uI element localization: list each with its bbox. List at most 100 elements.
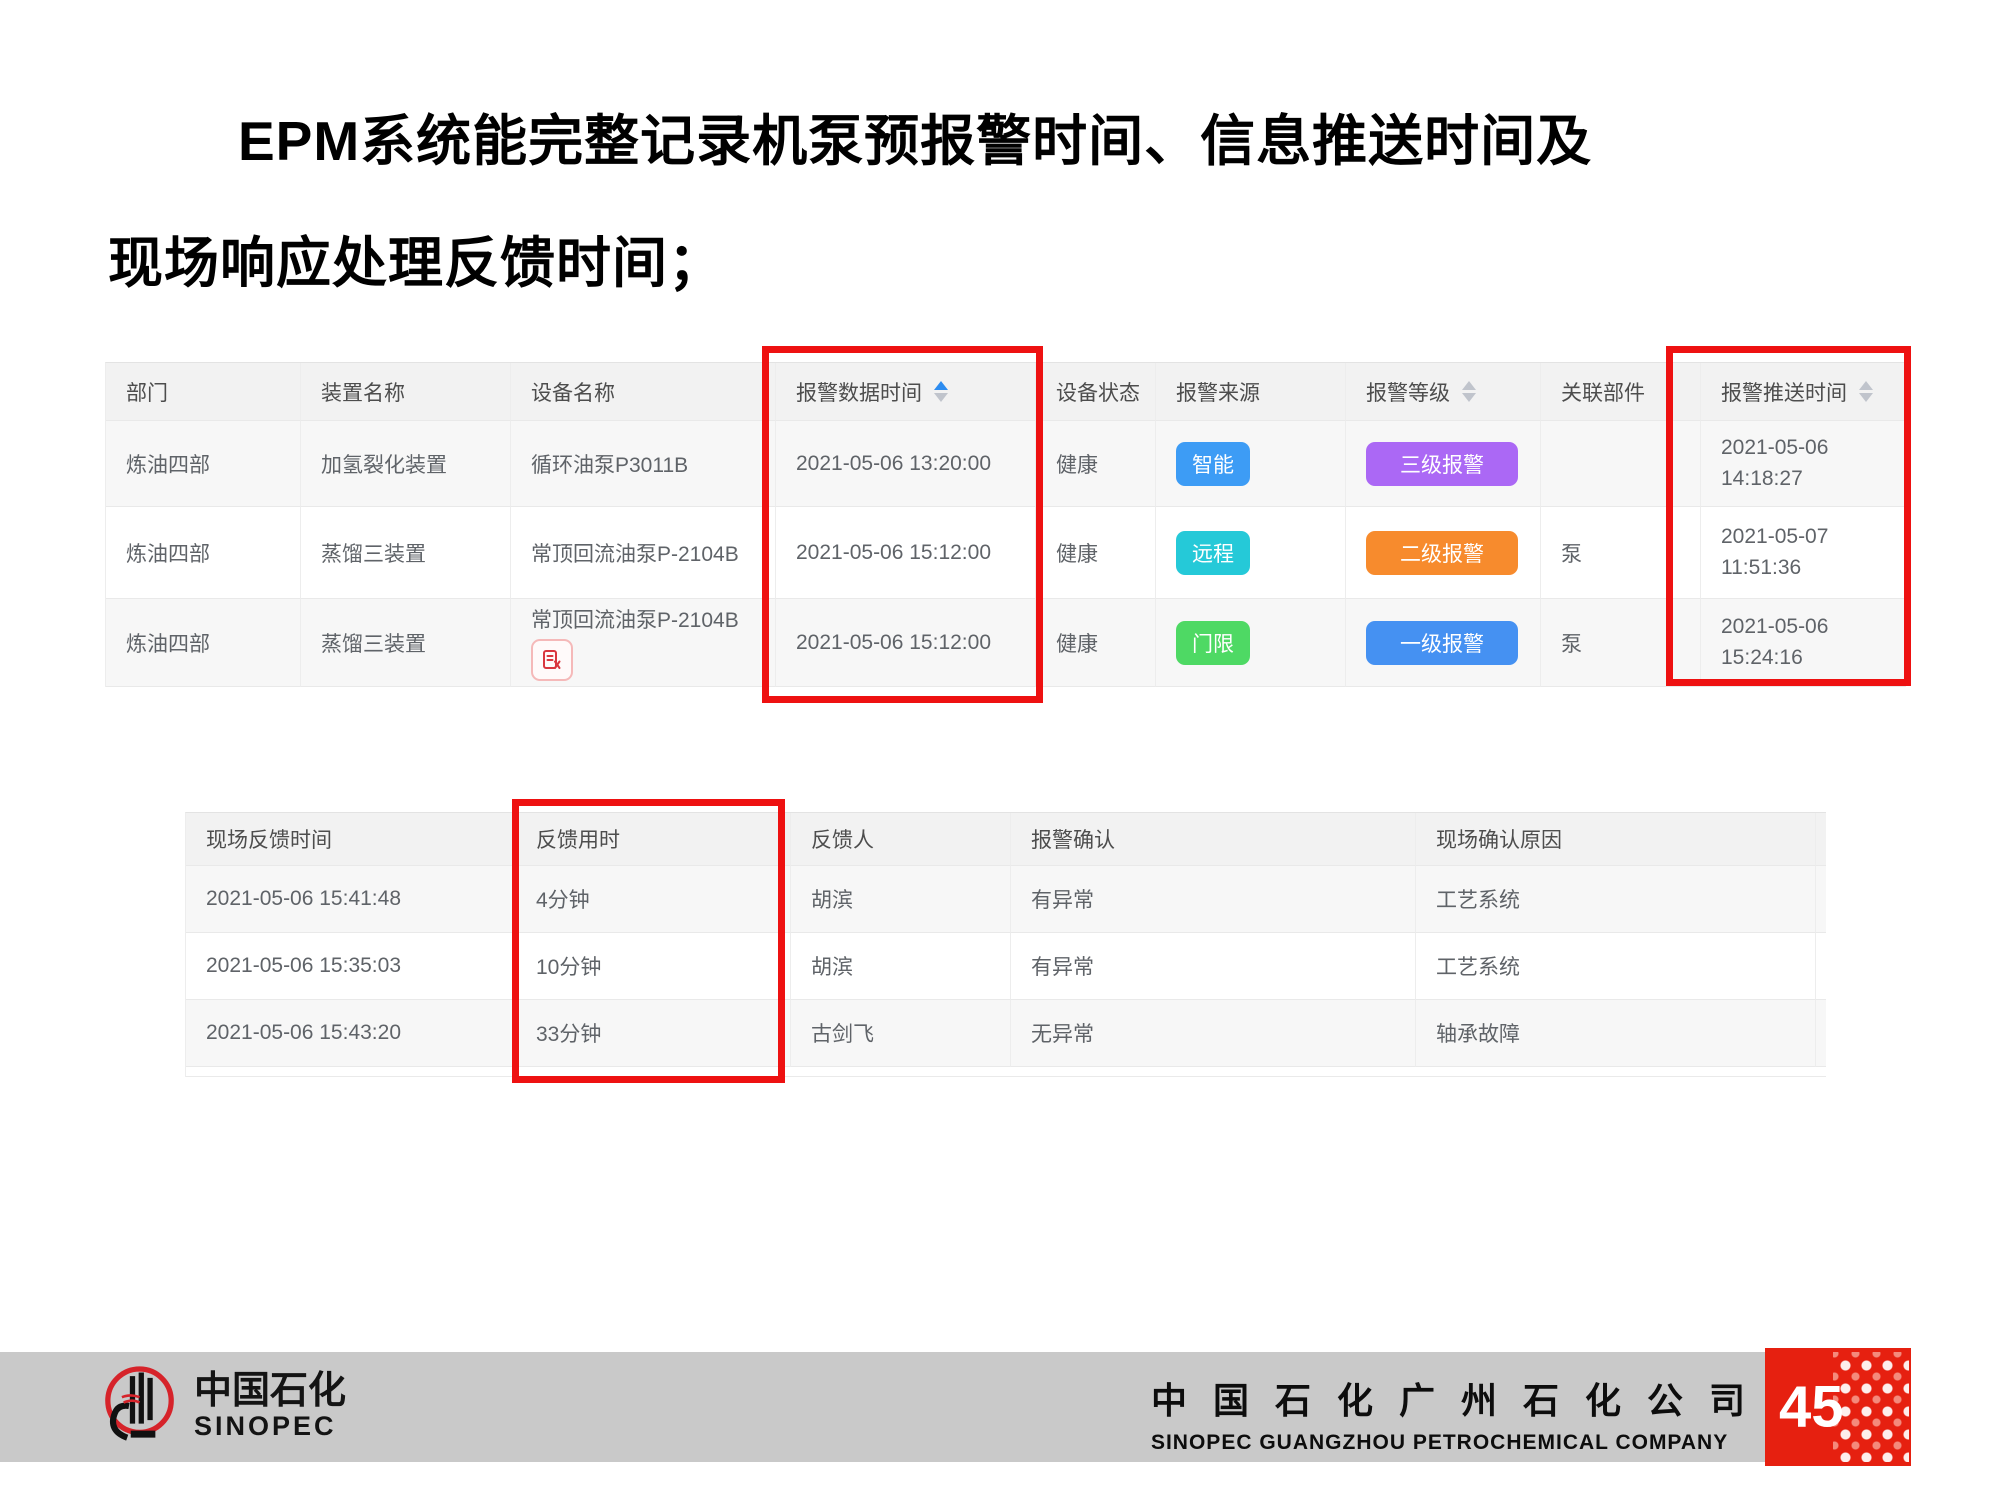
header-device: 设备名称 [511, 363, 776, 421]
feedback-table-bottom-edge [186, 1067, 1826, 1077]
feedback-table-row: 2021-05-06 15:35:03 10分钟 胡滨 有异常 工艺系统 [186, 933, 1826, 1000]
cell-alarm-time: 2021-05-06 13:20:00 [776, 421, 1036, 507]
brand-name-cn: 中国石化 [194, 1372, 346, 1412]
cell-push-time: 2021-05-06 14:18:27 [1701, 421, 1906, 507]
header-alarm-time-label: 报警数据时间 [796, 377, 922, 407]
cell-dept: 炼油四部 [106, 421, 301, 507]
cell-person: 古剑飞 [791, 1000, 1011, 1067]
cell-feedback-time: 2021-05-06 15:43:20 [186, 1000, 516, 1067]
cell-device: 常顶回流油泵P-2104B [511, 599, 776, 687]
sort-icon-alarm-time[interactable] [934, 381, 948, 402]
level-badge: 一级报警 [1366, 621, 1518, 665]
cell-source: 智能 [1156, 421, 1346, 507]
page-number: 45 [1779, 1374, 1844, 1441]
header-level[interactable]: 报警等级 [1346, 363, 1541, 421]
header-unit: 装置名称 [301, 363, 511, 421]
brand-name-en: SINOPEC [194, 1412, 346, 1440]
header-reason: 现场确认原因 [1416, 813, 1816, 866]
page-number-tab: 45 [1765, 1348, 1911, 1466]
cell-device: 常顶回流油泵P-2104B [511, 507, 776, 599]
header-alarm-time[interactable]: 报警数据时间 [776, 363, 1036, 421]
cell-part: 泵 [1541, 507, 1701, 599]
cell-reason: 轴承故障 [1416, 1000, 1816, 1067]
cell-source: 远程 [1156, 507, 1346, 599]
cell-partial [1816, 866, 1826, 933]
header-dept: 部门 [106, 363, 301, 421]
feedback-table-row: 2021-05-06 15:43:20 33分钟 古剑飞 无异常 轴承故障 [186, 1000, 1826, 1067]
cell-dept: 炼油四部 [106, 599, 301, 687]
alarm-table-row: 炼油四部 蒸馏三装置 常顶回流油泵P-2104B 2021-05-06 15:1… [106, 599, 1906, 687]
cell-confirm: 有异常 [1011, 933, 1416, 1000]
sinopec-logo [92, 1362, 180, 1450]
push-date: 2021-05-06 [1721, 433, 1828, 463]
header-duration: 反馈用时 [516, 813, 791, 866]
push-clock: 14:18:27 [1721, 464, 1803, 494]
header-feedback-time: 现场反馈时间 [186, 813, 516, 866]
push-clock: 15:24:16 [1721, 643, 1803, 673]
brand-block: 中国石化 SINOPEC [92, 1362, 346, 1450]
feedback-table: 现场反馈时间 反馈用时 反馈人 报警确认 现场确认原因 现 2021-05-06… [185, 812, 1826, 1077]
push-clock: 11:51:36 [1721, 553, 1801, 583]
source-badge: 智能 [1176, 442, 1250, 486]
cell-unit: 加氢裂化装置 [301, 421, 511, 507]
cell-feedback-time: 2021-05-06 15:41:48 [186, 866, 516, 933]
header-level-label: 报警等级 [1366, 377, 1450, 407]
cell-push-time: 2021-05-06 15:24:16 [1701, 599, 1906, 687]
feedback-table-row: 2021-05-06 15:41:48 4分钟 胡滨 有异常 工艺系统 [186, 866, 1826, 933]
header-status: 设备状态 [1036, 363, 1156, 421]
sort-icon-level[interactable] [1462, 381, 1476, 402]
cell-partial [1816, 1000, 1826, 1067]
cell-reason: 工艺系统 [1416, 866, 1816, 933]
cell-confirm: 无异常 [1011, 1000, 1416, 1067]
cell-duration: 10分钟 [516, 933, 791, 1000]
cell-device: 循环油泵P3011B [511, 421, 776, 507]
source-badge: 门限 [1176, 621, 1250, 665]
company-block: 中 国 石 化 广 州 石 化 公 司 SINOPEC GUANGZHOU PE… [1151, 1372, 1753, 1455]
cell-push-time: 2021-05-07 11:51:36 [1701, 507, 1906, 599]
cell-person: 胡滨 [791, 933, 1011, 1000]
cell-duration: 33分钟 [516, 1000, 791, 1067]
push-date: 2021-05-06 [1721, 612, 1828, 642]
level-badge: 二级报警 [1366, 531, 1518, 575]
cell-unit: 蒸馏三装置 [301, 507, 511, 599]
cell-alarm-time: 2021-05-06 15:12:00 [776, 599, 1036, 687]
cell-feedback-time: 2021-05-06 15:35:03 [186, 933, 516, 1000]
alarm-table-header-row: 部门 装置名称 设备名称 报警数据时间 设备状态 报警来源 报警等级 关联部件 … [106, 363, 1906, 421]
slide-title-line1: EPM系统能完整记录机泵预报警时间、信息推送时间及 [238, 96, 1592, 176]
cell-part: 泵 [1541, 599, 1701, 687]
source-badge: 远程 [1176, 531, 1250, 575]
alarm-table-row: 炼油四部 蒸馏三装置 常顶回流油泵P-2104B 2021-05-06 15:1… [106, 507, 1906, 599]
slide-title-line2: 现场响应处理反馈时间； [108, 218, 724, 298]
brand-text: 中国石化 SINOPEC [194, 1372, 346, 1440]
feedback-table-header-row: 现场反馈时间 反馈用时 反馈人 报警确认 现场确认原因 现 [186, 813, 1826, 866]
cell-status: 健康 [1036, 599, 1156, 687]
sort-icon-push-time[interactable] [1859, 381, 1873, 402]
cell-confirm: 有异常 [1011, 866, 1416, 933]
cell-status: 健康 [1036, 421, 1156, 507]
alarm-table-row: 炼油四部 加氢裂化装置 循环油泵P3011B 2021-05-06 13:20:… [106, 421, 1906, 507]
cell-source: 门限 [1156, 599, 1346, 687]
cell-dept: 炼油四部 [106, 507, 301, 599]
cell-partial [1816, 933, 1826, 1000]
device-name: 常顶回流油泵P-2104B [531, 604, 739, 634]
company-name-cn: 中 国 石 化 广 州 石 化 公 司 [1151, 1372, 1753, 1424]
slide: EPM系统能完整记录机泵预报警时间、信息推送时间及 现场响应处理反馈时间； 部门… [0, 0, 2000, 1500]
certificate-icon [531, 639, 573, 681]
cell-duration: 4分钟 [516, 866, 791, 933]
cell-reason: 工艺系统 [1416, 933, 1816, 1000]
cell-level: 一级报警 [1346, 599, 1541, 687]
cell-part [1541, 421, 1701, 507]
alarm-table: 部门 装置名称 设备名称 报警数据时间 设备状态 报警来源 报警等级 关联部件 … [105, 362, 1906, 687]
cell-level: 三级报警 [1346, 421, 1541, 507]
cell-level: 二级报警 [1346, 507, 1541, 599]
cell-alarm-time: 2021-05-06 15:12:00 [776, 507, 1036, 599]
header-partial: 现 [1816, 813, 1826, 866]
header-source: 报警来源 [1156, 363, 1346, 421]
cell-person: 胡滨 [791, 866, 1011, 933]
company-name-en: SINOPEC GUANGZHOU PETROCHEMICAL COMPANY [1151, 1431, 1753, 1455]
level-badge: 三级报警 [1366, 442, 1518, 486]
footer-bar: 中国石化 SINOPEC 中 国 石 化 广 州 石 化 公 司 SINOPEC… [0, 1352, 1765, 1462]
header-confirm: 报警确认 [1011, 813, 1416, 866]
header-push-time-label: 报警推送时间 [1721, 377, 1847, 407]
header-push-time[interactable]: 报警推送时间 [1701, 363, 1906, 421]
